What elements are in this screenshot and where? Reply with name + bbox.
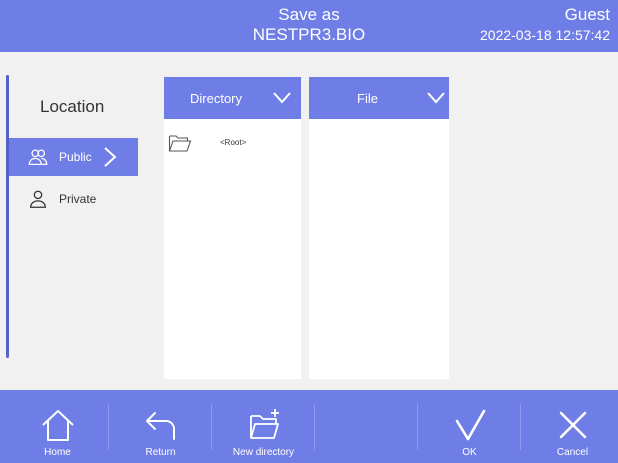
- checkmark-icon: [455, 409, 485, 441]
- user-icon: [30, 190, 46, 208]
- ok-button[interactable]: OK: [418, 390, 521, 463]
- location-item-label: Public: [59, 150, 92, 164]
- cancel-button[interactable]: Cancel: [521, 390, 618, 463]
- new-directory-button[interactable]: New directory: [212, 390, 315, 463]
- directory-panel: Directory <Root>: [164, 77, 301, 379]
- directory-item-root[interactable]: <Root>: [164, 131, 301, 157]
- home-icon: [41, 410, 74, 441]
- return-icon: [145, 412, 175, 440]
- home-label: Home: [44, 447, 71, 458]
- location-item-label: Private: [59, 192, 97, 206]
- return-button[interactable]: Return: [109, 390, 212, 463]
- toolbar-divider: [314, 404, 315, 450]
- directory-dropdown[interactable]: Directory: [164, 77, 301, 119]
- return-label: Return: [145, 447, 176, 458]
- location-item-public[interactable]: Public: [9, 138, 138, 176]
- user-name: Guest: [564, 5, 610, 24]
- bottom-toolbar: Home Return New directory OK Cancel: [0, 390, 618, 463]
- title-bar: Save as NESTPR3.BIO Guest 2022-03-18 12:…: [0, 0, 618, 52]
- file-panel: File: [309, 77, 449, 379]
- new-folder-icon: [249, 409, 279, 439]
- chevron-right-icon: [104, 147, 117, 167]
- save-as-screen: Save as NESTPR3.BIO Guest 2022-03-18 12:…: [0, 0, 618, 463]
- cancel-label: Cancel: [556, 447, 589, 458]
- file-dropdown[interactable]: File: [309, 77, 449, 119]
- close-icon: [559, 411, 586, 439]
- location-title: Location: [40, 97, 105, 116]
- new-directory-label: New directory: [232, 447, 295, 458]
- chevron-down-icon: [273, 92, 291, 104]
- directory-header-label: Directory: [190, 90, 243, 106]
- location-item-private[interactable]: Private: [9, 180, 138, 218]
- dialog-title: Save as: [278, 5, 340, 24]
- home-button[interactable]: Home: [6, 390, 109, 463]
- chevron-down-icon: [427, 92, 445, 104]
- file-header-label: File: [357, 90, 378, 106]
- datetime: 2022-03-18 12:57:42: [480, 27, 610, 43]
- directory-item-label: <Root>: [220, 138, 247, 147]
- folder-icon: [168, 135, 192, 152]
- ok-label: OK: [462, 447, 477, 458]
- users-icon: [28, 149, 48, 165]
